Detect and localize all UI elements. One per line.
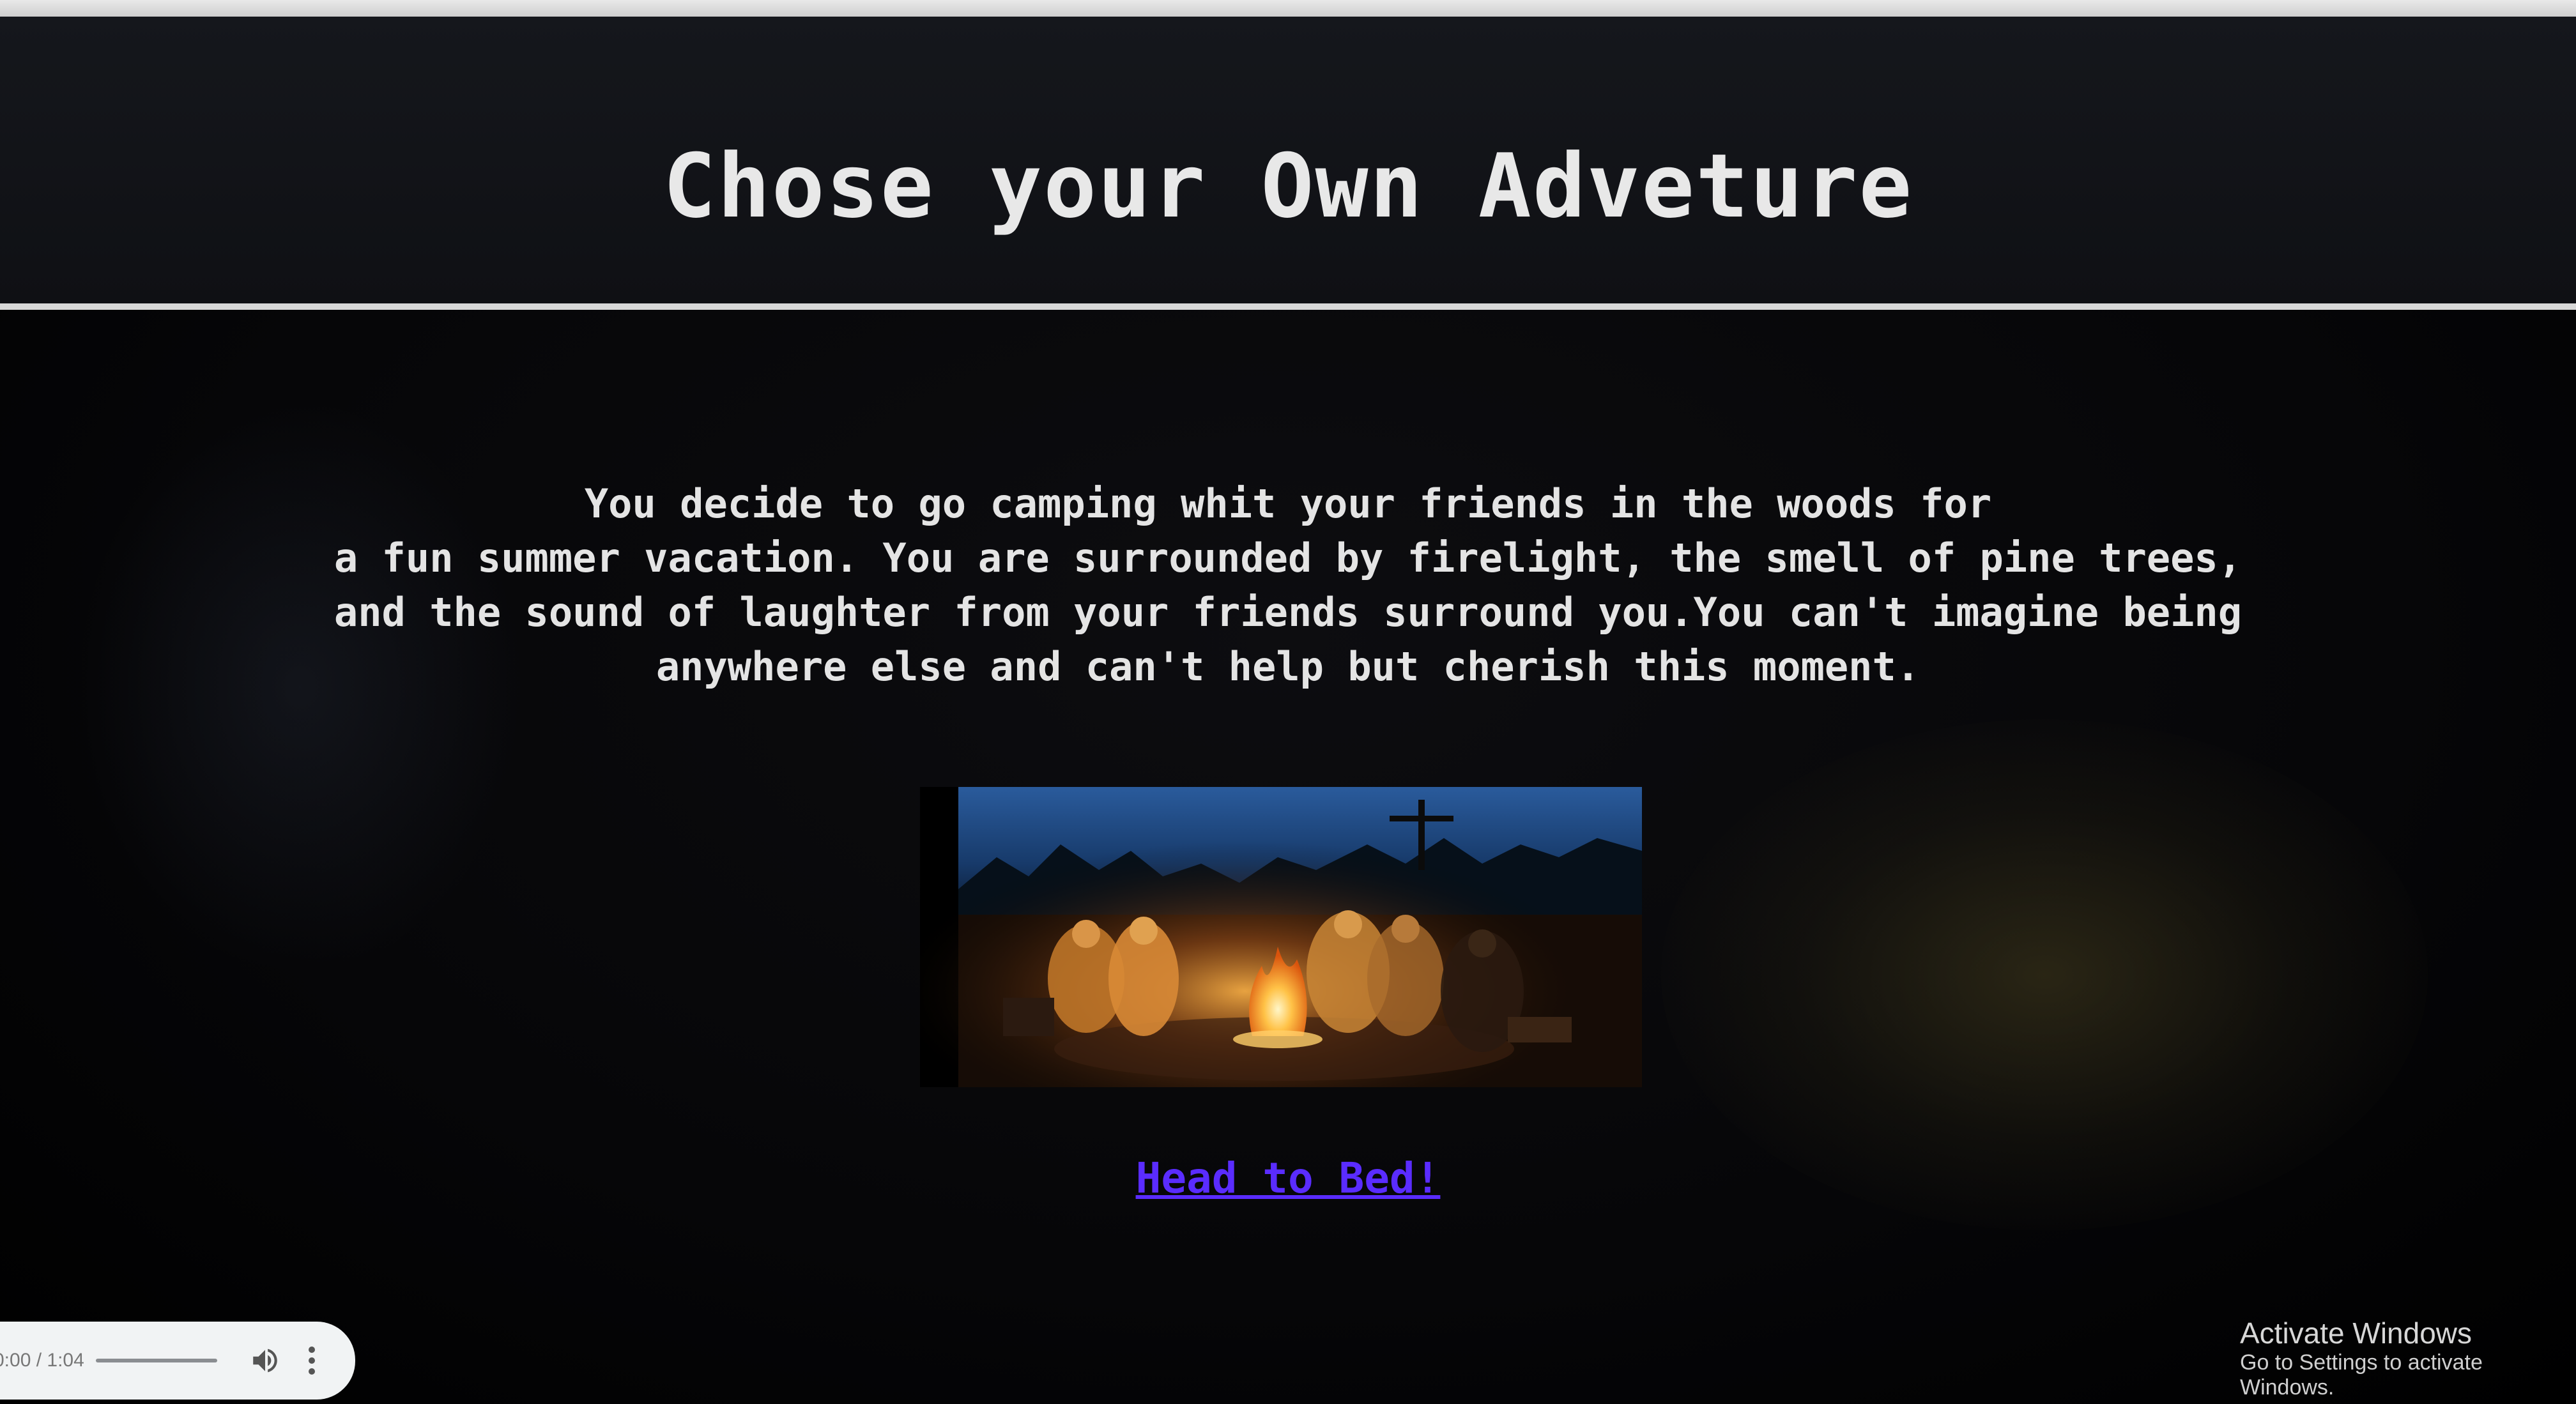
page-header: Chose your Own Adveture: [0, 17, 2576, 307]
browser-viewport: Chose your Own Adveture You decide to go…: [0, 17, 2576, 1404]
story-text: You decide to go camping whit your frien…: [266, 477, 2310, 694]
choice-link-container: Head to Bed!: [0, 1154, 2576, 1203]
page-title: Chose your Own Adveture: [663, 135, 1913, 238]
story-line: a fun summer vacation. You are surrounde…: [334, 535, 2242, 581]
activate-windows-subtitle: Go to Settings to activate Windows.: [2240, 1350, 2483, 1400]
audio-time: 0:00 / 1:04: [0, 1350, 84, 1371]
audio-player[interactable]: 0:00 / 1:04: [0, 1322, 355, 1400]
story-line: and the sound of laughter from your frie…: [334, 589, 2242, 636]
campfire-image: [920, 787, 1642, 1087]
story-line: You decide to go camping whit your frien…: [584, 480, 1992, 527]
activate-windows-title: Activate Windows: [2240, 1316, 2472, 1350]
audio-progress-bar[interactable]: [96, 1359, 217, 1362]
volume-icon[interactable]: [249, 1345, 281, 1377]
monitor-bezel-top: [0, 0, 2576, 17]
head-to-bed-link[interactable]: Head to Bed!: [1136, 1154, 1441, 1203]
story-line: anywhere else and can't help but cherish…: [656, 643, 1920, 690]
header-divider: [0, 303, 2576, 310]
more-vert-icon[interactable]: [305, 1343, 318, 1378]
